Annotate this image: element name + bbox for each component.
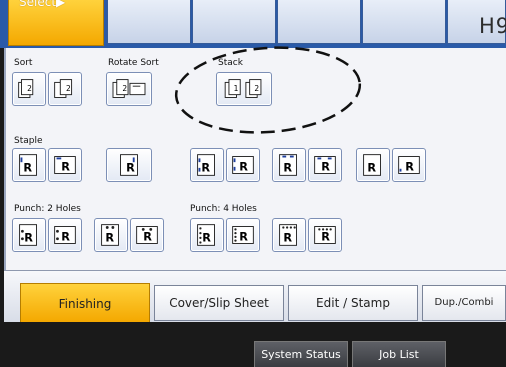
- tabs-bar: Finishing Cover/Slip Sheet Edit / Stamp …: [4, 270, 506, 323]
- staple-position-icon: R: [120, 154, 138, 176]
- sort-stack-icon: 2: [18, 79, 34, 98]
- punch-4-option-3[interactable]: R: [272, 218, 306, 252]
- svg-text:R: R: [321, 161, 330, 174]
- staple-option-7[interactable]: R: [308, 148, 342, 182]
- sort-option-1[interactable]: 2: [12, 72, 46, 106]
- staple-option-2[interactable]: R: [48, 148, 82, 182]
- punch-holes-icon: R: [197, 224, 215, 246]
- svg-text:2: 2: [66, 84, 71, 93]
- top-tab-1[interactable]: [107, 0, 191, 44]
- svg-text:R: R: [283, 162, 292, 175]
- tab-dup-combine[interactable]: Dup./Combi: [422, 285, 506, 321]
- svg-text:R: R: [283, 232, 292, 245]
- punch-4-option-2[interactable]: R: [226, 218, 260, 252]
- tab-edit-stamp[interactable]: Edit / Stamp: [288, 285, 418, 321]
- system-status-button[interactable]: System Status: [254, 341, 348, 367]
- select-button[interactable]: Select▶: [8, 0, 104, 46]
- staple-option-9[interactable]: R: [392, 148, 426, 182]
- svg-text:R: R: [61, 231, 70, 244]
- bottom-status-bar: System Status Job List: [0, 322, 506, 367]
- punch-4-option-1[interactable]: R: [190, 218, 224, 252]
- top-tab-4[interactable]: [362, 0, 446, 44]
- punch-holes-icon: R: [19, 224, 37, 246]
- punch-holes-icon: R: [54, 226, 76, 244]
- rotate-sort-label: Rotate Sort: [108, 58, 159, 68]
- stack-option[interactable]: 1 2: [216, 72, 272, 106]
- staple-position-icon: R: [314, 156, 336, 174]
- staple-option-8[interactable]: R: [356, 148, 390, 182]
- staple-option-1[interactable]: R: [12, 148, 46, 182]
- punch-holes-icon: R: [136, 226, 158, 244]
- punch-2-option-3[interactable]: R: [94, 218, 128, 252]
- punch-2-option-4[interactable]: R: [130, 218, 164, 252]
- svg-text:R: R: [23, 162, 32, 175]
- copier-screen: Select▶ H9 Sort Rotate Sort Stack 2 2 2 …: [0, 0, 506, 367]
- stack-icon: 1 2: [224, 79, 262, 98]
- svg-text:2: 2: [122, 84, 127, 93]
- svg-text:R: R: [239, 231, 248, 244]
- job-list-button[interactable]: Job List: [352, 341, 446, 367]
- punch-4-label: Punch: 4 Holes: [190, 204, 257, 214]
- svg-text:2: 2: [27, 84, 32, 93]
- svg-text:R: R: [405, 161, 414, 174]
- svg-text:1: 1: [234, 84, 239, 93]
- staple-option-3[interactable]: R: [106, 148, 152, 182]
- sort-stack-icon: 2: [54, 79, 73, 98]
- staple-option-5[interactable]: R: [226, 148, 260, 182]
- punch-2-label: Punch: 2 Holes: [14, 204, 81, 214]
- staple-label: Staple: [14, 136, 43, 146]
- sort-option-2[interactable]: 2: [48, 72, 82, 106]
- punch-2-option-1[interactable]: R: [12, 218, 46, 252]
- punch-holes-icon: R: [279, 224, 297, 246]
- staple-option-4[interactable]: R: [190, 148, 224, 182]
- top-tab-3[interactable]: [277, 0, 361, 44]
- top-tab-2[interactable]: [192, 0, 276, 44]
- svg-text:R: R: [202, 232, 211, 245]
- svg-text:R: R: [24, 232, 33, 245]
- staple-option-6[interactable]: R: [272, 148, 306, 182]
- top-function-bar: Select▶ H9: [0, 0, 506, 48]
- staple-position-icon: R: [279, 154, 297, 176]
- svg-text:R: R: [367, 162, 376, 175]
- select-button-label: Select▶: [19, 0, 66, 9]
- svg-text:R: R: [143, 231, 152, 244]
- punch-holes-icon: R: [314, 226, 336, 244]
- tab-cover-slip-sheet[interactable]: Cover/Slip Sheet: [154, 285, 284, 321]
- svg-text:R: R: [105, 232, 114, 245]
- svg-text:R: R: [239, 161, 248, 174]
- punch-holes-icon: R: [101, 224, 119, 246]
- top-right-label: H9: [479, 14, 506, 38]
- staple-position-icon: R: [54, 156, 76, 174]
- sort-label: Sort: [14, 58, 33, 68]
- svg-text:R: R: [61, 161, 70, 174]
- staple-position-icon: R: [398, 156, 420, 174]
- staple-position-icon: R: [197, 154, 215, 176]
- rotate-sort-option[interactable]: 2: [106, 72, 152, 106]
- tab-finishing[interactable]: Finishing: [20, 283, 150, 323]
- svg-text:R: R: [201, 162, 210, 175]
- punch-4-option-4[interactable]: R: [308, 218, 342, 252]
- rotate-sort-icon: 2: [112, 79, 146, 98]
- staple-position-icon: R: [232, 156, 254, 174]
- finishing-panel: Sort Rotate Sort Stack 2 2 2 1 2 Staple …: [4, 48, 506, 270]
- stack-label: Stack: [218, 58, 243, 68]
- staple-position-icon: R: [363, 154, 381, 176]
- svg-text:2: 2: [254, 84, 259, 93]
- punch-2-option-2[interactable]: R: [48, 218, 82, 252]
- punch-holes-icon: R: [232, 226, 254, 244]
- svg-text:R: R: [321, 231, 330, 244]
- svg-text:R: R: [126, 162, 135, 175]
- staple-position-icon: R: [19, 154, 37, 176]
